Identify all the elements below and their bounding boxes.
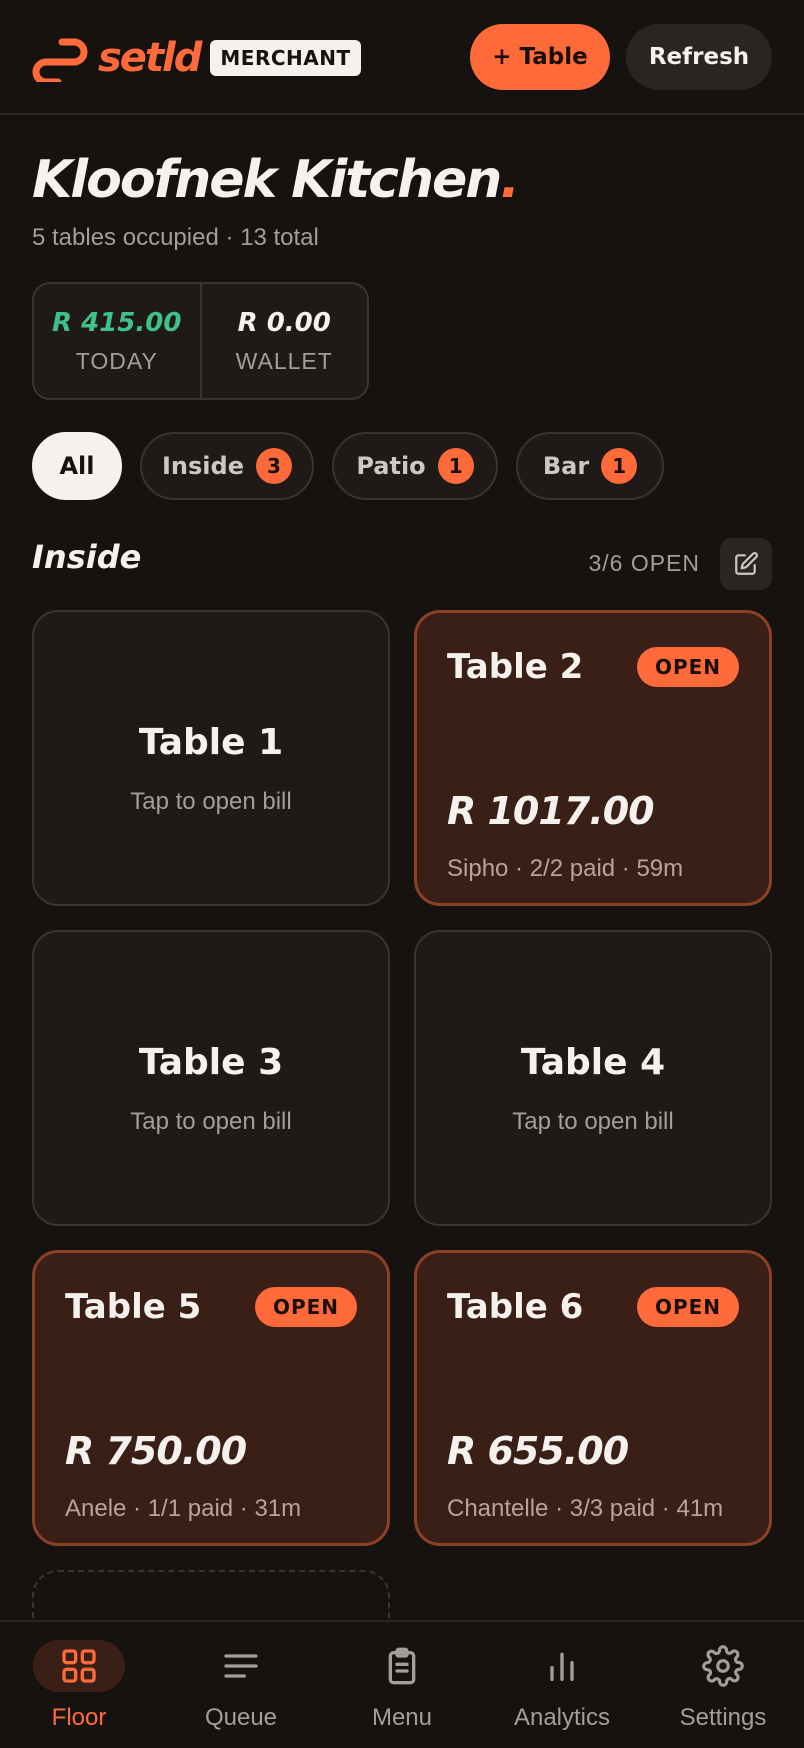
table-name: Table 1 (138, 722, 284, 763)
nav-label: Settings (679, 1704, 767, 1731)
filter-bar[interactable]: Bar 1 (516, 432, 664, 500)
table-amount: R 750.00 (65, 1429, 247, 1473)
table-card-6[interactable]: Table 6 OPEN R 655.00 Chantelle · 3/3 pa… (414, 1250, 772, 1546)
brand-logo: setld MERCHANT (30, 34, 361, 82)
section-open-count: 3/6 OPEN (588, 550, 700, 576)
grid-icon (62, 1649, 96, 1683)
wallet-value: R 0.00 (237, 307, 331, 338)
filter-inside[interactable]: Inside 3 (140, 432, 314, 500)
table-name: Table 4 (520, 1042, 666, 1083)
filter-count-badge: 1 (437, 448, 474, 484)
table-hint: Tap to open bill (130, 1108, 292, 1135)
nav-label: Menu (371, 1704, 433, 1731)
top-bar: setld MERCHANT + Table Refresh (0, 0, 804, 115)
filter-patio[interactable]: Patio 1 (332, 432, 498, 500)
nav-label: Floor (51, 1704, 107, 1731)
filter-label: Inside (162, 452, 244, 480)
table-card-5[interactable]: Table 5 OPEN R 750.00 Anele · 1/1 paid ·… (32, 1250, 390, 1546)
clipboard-icon (388, 1647, 416, 1685)
table-meta: Chantelle · 3/3 paid · 41m (447, 1495, 724, 1522)
list-icon (224, 1654, 258, 1678)
brand-name: setld (98, 35, 202, 81)
nav-settings[interactable]: Settings (658, 1640, 788, 1732)
add-table-button[interactable]: + Table (470, 24, 610, 90)
bottom-navigation: Floor Queue Menu Analytics Settings (0, 1620, 804, 1748)
stat-wallet: R 0.00 WALLET (199, 284, 368, 398)
table-card-2[interactable]: Table 2 OPEN R 1017.00 Sipho · 2/2 paid … (414, 610, 772, 906)
table-amount: R 1017.00 (447, 789, 655, 833)
stat-today: R 415.00 TODAY (34, 284, 200, 398)
open-status-badge: OPEN (254, 1287, 357, 1327)
nav-icon-pill (516, 1640, 608, 1692)
filter-count-badge: 3 (255, 448, 292, 484)
filter-all[interactable]: All (32, 432, 122, 500)
page-title: Kloofnek Kitchen. (32, 150, 520, 210)
occupancy-summary: 5 tables occupied · 13 total (32, 224, 319, 251)
table-card-1[interactable]: Table 1 Tap to open bill (32, 610, 390, 906)
filter-label: Patio (356, 452, 426, 480)
restaurant-name: Kloofnek Kitchen (32, 150, 502, 210)
setld-logo-icon (32, 38, 88, 82)
nav-label: Analytics (513, 1704, 611, 1731)
nav-icon-pill (356, 1640, 448, 1692)
table-name: Table 6 (447, 1287, 584, 1327)
merchant-badge: MERCHANT (210, 40, 361, 76)
today-label: TODAY (75, 347, 158, 374)
table-name: Table 3 (138, 1042, 284, 1083)
filter-label: Bar (542, 452, 590, 480)
table-name: Table 2 (447, 647, 584, 687)
table-card-4[interactable]: Table 4 Tap to open bill (414, 930, 772, 1226)
filter-label: All (59, 452, 95, 480)
nav-label: Queue (204, 1704, 278, 1731)
open-status-badge: OPEN (636, 1287, 739, 1327)
filter-count-badge: 1 (601, 448, 638, 484)
section-title: Inside (32, 538, 142, 576)
nav-icon-pill (195, 1640, 287, 1692)
table-meta: Anele · 1/1 paid · 31m (65, 1495, 302, 1522)
table-card-3[interactable]: Table 3 Tap to open bill (32, 930, 390, 1226)
nav-icon-pill (33, 1640, 125, 1692)
table-name: Table 5 (65, 1287, 202, 1327)
open-status-badge: OPEN (636, 647, 739, 687)
nav-floor[interactable]: Floor (14, 1640, 144, 1732)
refresh-button[interactable]: Refresh (626, 24, 772, 90)
revenue-stats: R 415.00 TODAY R 0.00 WALLET (32, 282, 369, 400)
bar-chart-icon (550, 1652, 574, 1681)
table-meta: Sipho · 2/2 paid · 59m (447, 855, 684, 882)
today-value: R 415.00 (52, 307, 182, 338)
table-hint: Tap to open bill (130, 788, 292, 815)
nav-icon-pill (677, 1640, 769, 1692)
nav-queue[interactable]: Queue (176, 1640, 306, 1732)
table-amount: R 655.00 (447, 1429, 629, 1473)
nav-menu[interactable]: Menu (337, 1640, 467, 1732)
wallet-label: WALLET (235, 347, 333, 374)
edit-icon (735, 552, 758, 575)
edit-section-button[interactable] (720, 538, 772, 590)
gear-icon (702, 1645, 744, 1687)
nav-analytics[interactable]: Analytics (497, 1640, 627, 1732)
title-accent-dot: . (500, 150, 520, 210)
table-hint: Tap to open bill (512, 1108, 674, 1135)
